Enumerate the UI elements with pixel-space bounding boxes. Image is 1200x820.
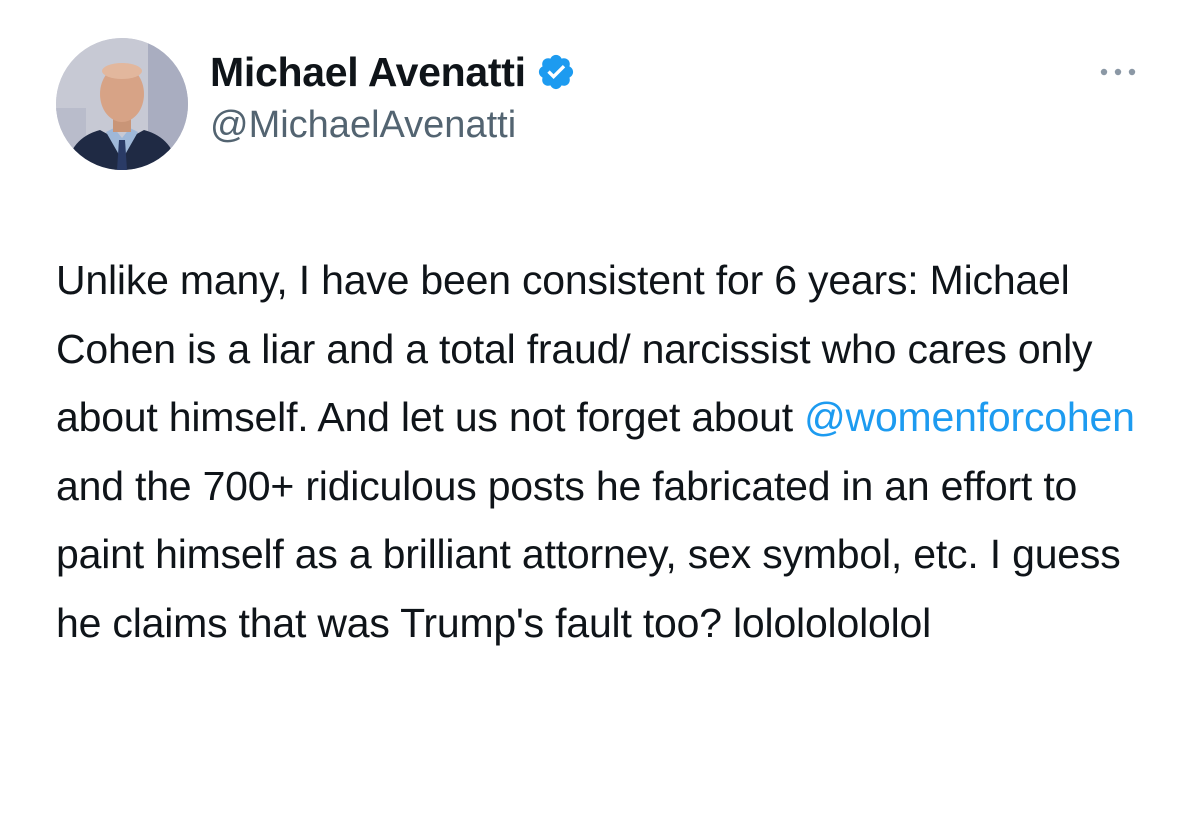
more-options-button[interactable] [1092,58,1144,86]
tweet-text-part2: and the 700+ ridiculous posts he fabrica… [56,462,1121,646]
author-handle[interactable]: @MichaelAvenatti [210,104,516,147]
more-horizontal-icon [1100,68,1136,76]
avatar-image [56,38,188,170]
verified-badge-icon [536,52,576,92]
mention-link[interactable]: @womenforcohen [804,394,1135,440]
tweet-card: Michael Avenatti @MichaelAvenatti Unlike… [0,0,1200,820]
author-avatar[interactable] [56,38,188,170]
author-name-row: Michael Avenatti [210,44,576,100]
tweet-text: Unlike many, I have been consistent for … [56,246,1166,657]
author-display-name[interactable]: Michael Avenatti [210,49,526,96]
